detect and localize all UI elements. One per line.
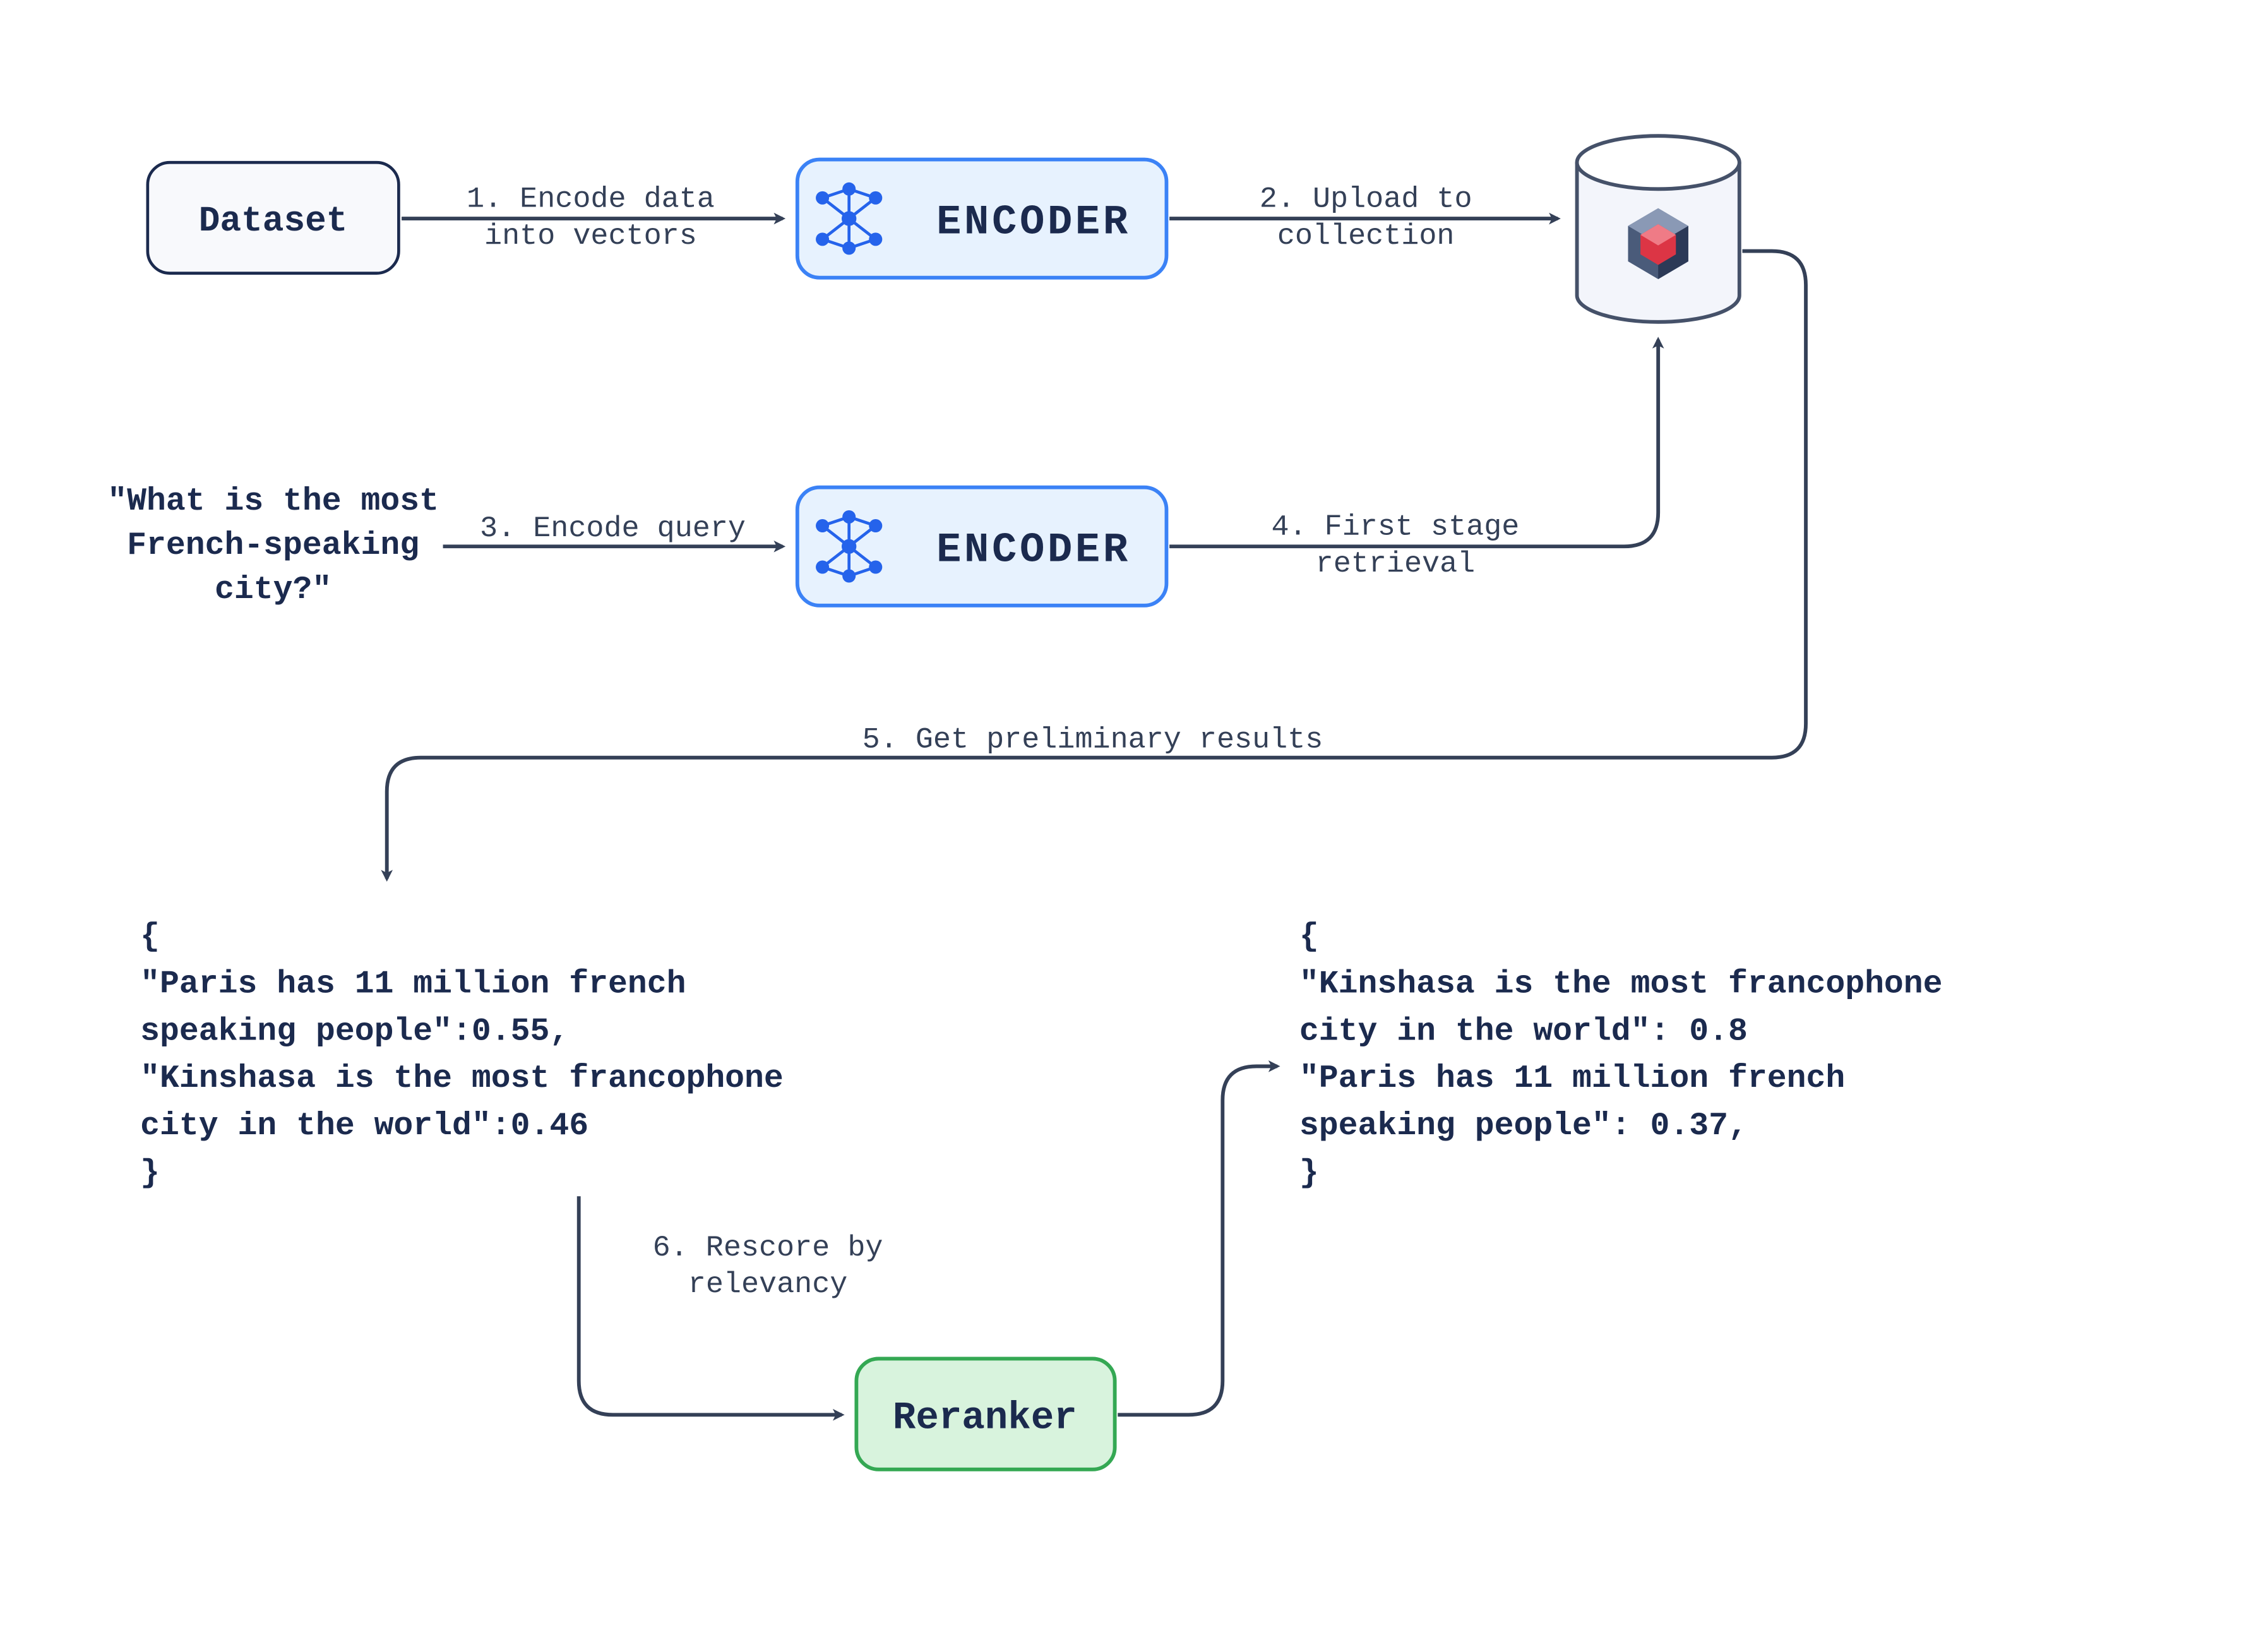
svg-text:{: {: [140, 919, 160, 955]
label-step5: 5. Get preliminary results: [862, 723, 1323, 757]
svg-text:"Paris has 11 million french: "Paris has 11 million french: [140, 966, 686, 1003]
svg-text:speaking people":0.55,: speaking people":0.55,: [140, 1013, 569, 1050]
svg-text:"Kinshasa is the most francoph: "Kinshasa is the most francophone: [140, 1060, 784, 1097]
encoder2-node: ENCODER: [797, 488, 1167, 606]
dataset-label: Dataset: [199, 201, 348, 241]
label-step2b: collection: [1277, 220, 1455, 253]
svg-text:{: {: [1299, 919, 1319, 955]
label-step6b: relevancy: [688, 1268, 848, 1302]
final-json: { "Kinshasa is the most francophone city…: [1299, 919, 1943, 1192]
dataset-node: Dataset: [148, 162, 399, 273]
svg-text:}: }: [140, 1155, 160, 1192]
query-line3: city?": [215, 572, 331, 608]
arrow-rescore: [579, 1196, 842, 1415]
reranker-node: Reranker: [856, 1358, 1114, 1469]
svg-text:speaking people": 0.37,: speaking people": 0.37,: [1299, 1108, 1748, 1144]
encoder2-label: ENCODER: [936, 527, 1131, 574]
query-line2: French-speaking: [127, 527, 419, 564]
query-text: "What is the most French-speaking city?": [107, 483, 439, 608]
reranker-label: Reranker: [893, 1396, 1077, 1440]
database-node: [1577, 136, 1740, 322]
svg-text:"Paris has 11 million french: "Paris has 11 million french: [1299, 1060, 1845, 1097]
label-step1b: into vectors: [484, 220, 697, 253]
label-step2a: 2. Upload to: [1260, 183, 1472, 216]
svg-text:city in the world":0.46: city in the world":0.46: [140, 1108, 588, 1144]
prelim-json: { "Paris has 11 million french speaking …: [140, 919, 784, 1192]
label-step4a: 4. First stage: [1271, 511, 1519, 544]
label-step4b: retrieval: [1316, 548, 1476, 581]
label-step1a: 1. Encode data: [467, 183, 715, 216]
arrow-final: [1118, 1066, 1277, 1415]
svg-text:"Kinshasa is the most francoph: "Kinshasa is the most francophone: [1299, 966, 1943, 1003]
encoder1-node: ENCODER: [797, 160, 1167, 278]
label-step3: 3. Encode query: [480, 512, 746, 546]
svg-text:city in the world": 0.8: city in the world": 0.8: [1299, 1013, 1748, 1050]
query-line1: "What is the most: [107, 483, 439, 520]
svg-text:}: }: [1299, 1155, 1319, 1192]
encoder1-label: ENCODER: [936, 198, 1131, 246]
label-step6a: 6. Rescore by: [653, 1231, 883, 1265]
